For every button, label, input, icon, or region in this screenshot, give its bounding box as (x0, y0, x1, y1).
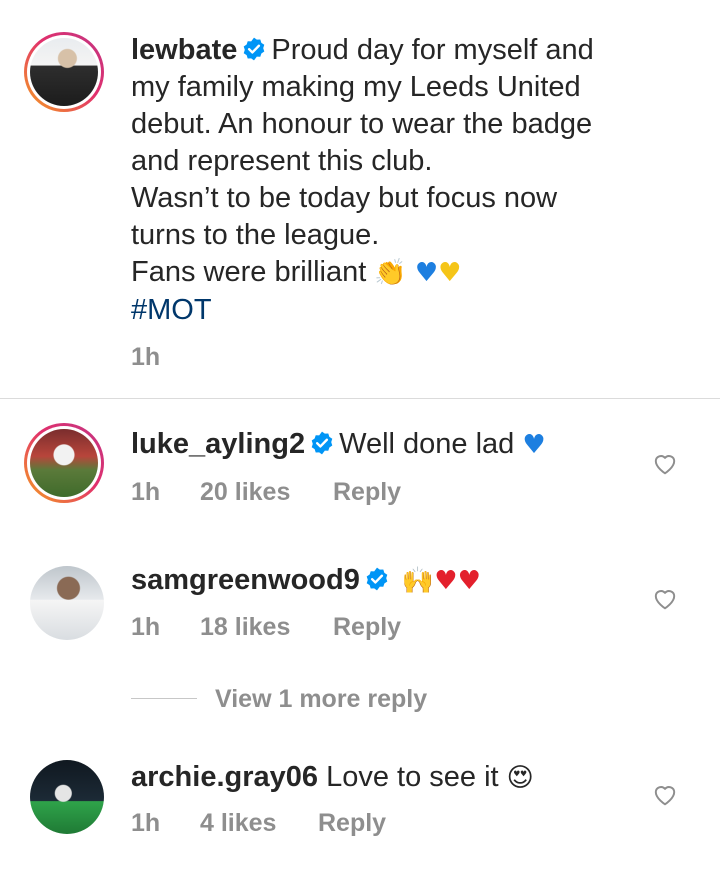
comment-username[interactable]: archie.gray06 (131, 761, 318, 793)
caption-time: 1h (131, 343, 161, 371)
caption-line-2: my family making my Leeds United (131, 71, 581, 103)
comment-text: samgreenwood9 🙌♥♥ (131, 562, 651, 600)
comment-text: luke_ayling2 Well done lad ♥ (131, 426, 651, 464)
reply-button[interactable]: Reply (333, 478, 401, 507)
comment-body: Love to see it (326, 761, 499, 793)
blue-heart-emoji: ♥ (414, 258, 439, 288)
comment-username[interactable]: samgreenwood9 (131, 564, 360, 596)
comment-avatar-sam[interactable] (30, 566, 104, 640)
comment-time: 1h (131, 809, 161, 837)
clapping-hands-emoji: 👏 (374, 258, 407, 288)
comment-likes[interactable]: 18 likes (200, 613, 290, 642)
caption-line-5: Wasn’t to be today but focus now (131, 182, 558, 214)
comment-username[interactable]: luke_ayling2 (131, 428, 305, 460)
caption-text: lewbate Proud day for myself and my fami… (131, 32, 711, 329)
caption-username[interactable]: lewbate (131, 34, 237, 66)
red-heart-emoji: ♥♥ (434, 566, 481, 596)
comment-avatar-luke[interactable] (24, 423, 104, 503)
blue-heart-emoji: ♥ (522, 430, 546, 460)
caption-line-4: and represent this club. (131, 145, 433, 177)
view-more-replies-button[interactable]: View 1 more reply (215, 685, 427, 714)
reply-button[interactable]: Reply (333, 613, 401, 642)
verified-badge-icon (311, 431, 333, 455)
comment-time: 1h (131, 613, 161, 641)
avatar-photo (30, 38, 98, 106)
heart-outline-icon[interactable] (652, 451, 678, 475)
caption-line-1: lewbate Proud day for myself and (131, 32, 711, 69)
heart-eyes-emoji: 😍 (506, 763, 534, 793)
caption-line-7: Fans were brilliant 👏 ♥♥ (131, 254, 711, 292)
avatar-photo (30, 566, 104, 640)
caption-avatar[interactable] (24, 32, 104, 112)
comment-text: archie.gray06 Love to see it 😍 (131, 759, 651, 797)
caption-line-3: debut. An honour to wear the badge (131, 108, 593, 140)
caption-line-text: Proud day for myself and (271, 34, 594, 66)
heart-outline-icon[interactable] (652, 782, 678, 806)
yellow-heart-emoji: ♥ (438, 258, 462, 288)
raised-hands-emoji: 🙌 (401, 566, 435, 596)
divider (0, 398, 720, 399)
comment-avatar-archie[interactable] (30, 760, 104, 834)
caption-hashtag[interactable]: #MOT (131, 292, 711, 329)
verified-badge-icon (244, 37, 265, 61)
heart-outline-icon[interactable] (652, 586, 678, 610)
avatar-photo (30, 760, 104, 834)
comment-likes[interactable]: 20 likes (200, 478, 290, 507)
comment-body: Well done lad (339, 428, 515, 460)
reply-button[interactable]: Reply (318, 809, 386, 838)
avatar-photo (30, 429, 98, 497)
comment-likes[interactable]: 4 likes (200, 809, 276, 838)
caption-line-text: Fans were brilliant (131, 256, 367, 288)
thread-line (131, 698, 197, 699)
verified-badge-icon (366, 567, 388, 591)
comment-time: 1h (131, 478, 161, 506)
caption-line-6: turns to the league. (131, 219, 380, 251)
